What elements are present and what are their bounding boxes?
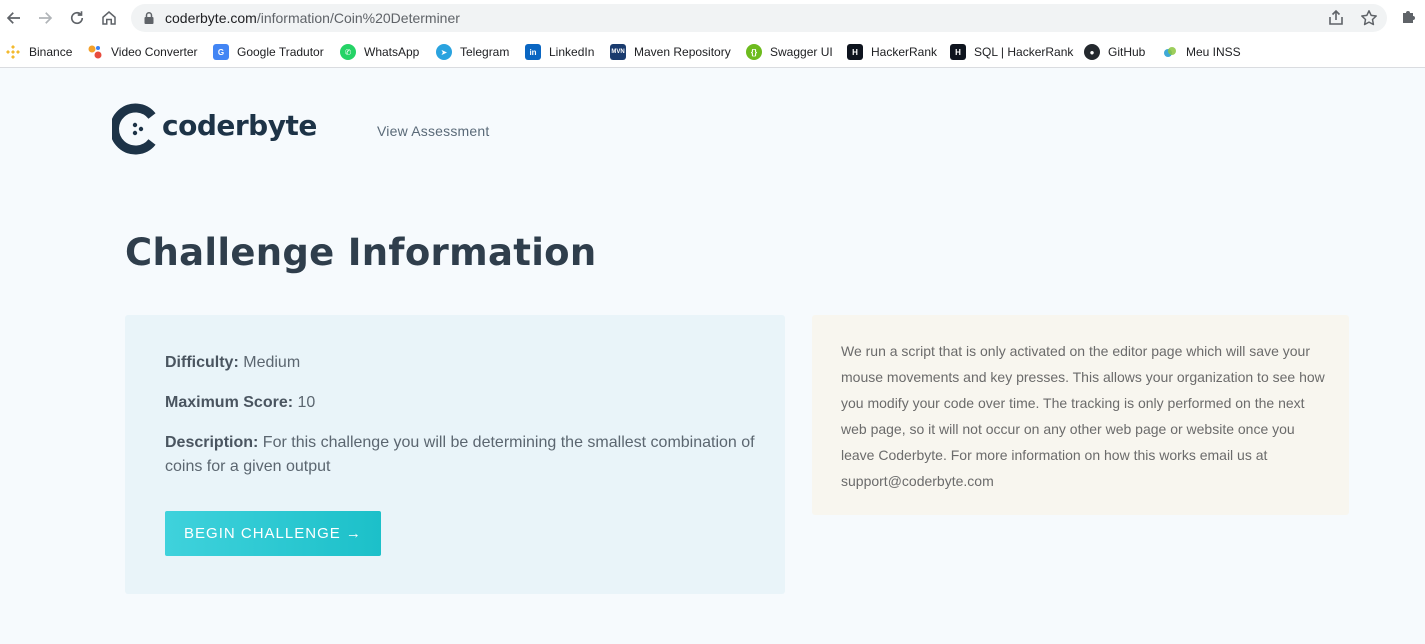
telegram-icon: ➤ (436, 44, 452, 60)
challenge-info-card: Difficulty: Medium Maximum Score: 10 Des… (125, 315, 785, 594)
browser-toolbar: coderbyte.com/information/Coin%20Determi… (0, 0, 1425, 36)
bookmark-google-tradutor[interactable]: G Google Tradutor (213, 42, 324, 62)
difficulty-row: Difficulty: Medium (165, 351, 755, 375)
bookmark-github[interactable]: ● GitHub (1084, 42, 1145, 62)
whatsapp-icon: ✆ (340, 44, 356, 60)
logo-wordmark: coderbyte (162, 109, 317, 142)
bookmarks-bar: Binance Video Converter G Google Traduto… (0, 36, 1425, 68)
bookmark-hackerrank[interactable]: H HackerRank (847, 42, 937, 62)
google-translate-icon: G (213, 44, 229, 60)
bookmark-label: SQL | HackerRank (974, 45, 1074, 59)
forward-arrow-icon (39, 12, 53, 24)
binance-icon (5, 44, 21, 60)
swagger-icon: {} (746, 44, 762, 60)
begin-challenge-button[interactable]: BEGIN CHALLENGE → (165, 511, 381, 556)
bookmark-telegram[interactable]: ➤ Telegram (436, 42, 509, 62)
page-title: Challenge Information (125, 231, 597, 274)
coderbyte-logo-mark-icon (112, 103, 156, 155)
meu-inss-icon (1162, 44, 1178, 60)
reload-icon (70, 11, 84, 25)
bookmark-meu-inss[interactable]: Meu INSS (1162, 42, 1241, 62)
bookmark-label: HackerRank (871, 45, 938, 59)
description-row: Description: For this challenge you will… (165, 431, 755, 479)
github-icon: ● (1084, 44, 1100, 60)
description-label: Description: (165, 434, 259, 451)
maven-icon: MVN (610, 44, 626, 60)
forward-button[interactable] (33, 6, 57, 30)
bookmark-maven-repository[interactable]: MVN Maven Repository (610, 42, 731, 62)
bookmark-label: Swagger UI (770, 45, 833, 59)
bookmark-whatsapp[interactable]: ✆ WhatsApp (340, 42, 419, 62)
extensions-puzzle-icon[interactable] (1400, 8, 1418, 26)
bookmark-label: WhatsApp (364, 45, 420, 59)
bookmark-label: LinkedIn (549, 45, 595, 59)
bookmark-label: Video Converter (111, 45, 198, 59)
view-assessment-link[interactable]: View Assessment (377, 123, 489, 139)
home-button[interactable] (97, 6, 121, 30)
hackerrank-icon: H (847, 44, 863, 60)
difficulty-label: Difficulty: (165, 354, 239, 371)
url-text: coderbyte.com/information/Coin%20Determi… (165, 10, 460, 26)
back-button[interactable] (2, 6, 26, 30)
bookmark-star-icon[interactable] (1360, 9, 1378, 27)
reload-button[interactable] (65, 6, 89, 30)
home-icon (102, 11, 116, 25)
bookmark-linkedin[interactable]: in LinkedIn (525, 42, 594, 62)
tracking-notice-card: We run a script that is only activated o… (812, 315, 1349, 515)
bookmark-label: GitHub (1108, 45, 1146, 59)
address-bar[interactable]: coderbyte.com/information/Coin%20Determi… (131, 4, 1387, 32)
bookmark-label: Maven Repository (634, 45, 731, 59)
bookmark-sql-hackerrank[interactable]: H SQL | HackerRank (950, 42, 1073, 62)
coderbyte-logo[interactable]: coderbyte (112, 103, 317, 155)
lock-icon (144, 12, 154, 24)
tracking-notice-text: We run a script that is only activated o… (841, 343, 1325, 489)
linkedin-icon: in (525, 44, 541, 60)
hackerrank-icon: H (950, 44, 966, 60)
difficulty-value: Medium (243, 354, 301, 371)
video-converter-icon (87, 44, 103, 60)
max-score-value: 10 (297, 394, 316, 411)
url-host: coderbyte.com (165, 10, 257, 26)
share-icon[interactable] (1327, 9, 1345, 27)
bookmark-label: Google Tradutor (237, 45, 324, 59)
bookmark-video-converter[interactable]: Video Converter (87, 42, 198, 62)
max-score-label: Maximum Score: (165, 394, 294, 411)
bookmark-label: Meu INSS (1186, 45, 1241, 59)
bookmark-binance[interactable]: Binance (5, 42, 72, 62)
back-arrow-icon (6, 12, 20, 24)
max-score-row: Maximum Score: 10 (165, 391, 755, 415)
page-content: coderbyte View Assessment Challenge Info… (0, 69, 1425, 644)
bookmark-label: Binance (29, 45, 73, 59)
url-path: /information/Coin%20Determiner (256, 10, 460, 26)
bookmark-label: Telegram (460, 45, 510, 59)
bookmark-swagger-ui[interactable]: {} Swagger UI (746, 42, 833, 62)
